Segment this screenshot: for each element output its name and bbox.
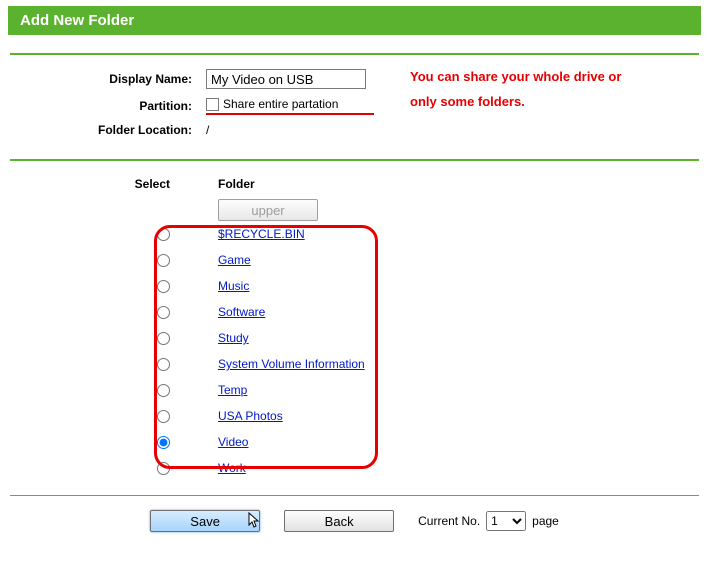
folder-link[interactable]: Temp bbox=[218, 383, 247, 397]
folder-column-header: Folder bbox=[206, 177, 255, 191]
page-label: page bbox=[532, 514, 559, 528]
display-name-label: Display Name: bbox=[0, 72, 206, 86]
back-button[interactable]: Back bbox=[284, 510, 394, 532]
folder-radio[interactable] bbox=[157, 332, 170, 345]
folder-link[interactable]: System Volume Information bbox=[218, 357, 365, 371]
folder-radio[interactable] bbox=[157, 410, 170, 423]
folder-location-label: Folder Location: bbox=[0, 123, 206, 137]
page-select[interactable]: 1 bbox=[486, 511, 526, 531]
save-button[interactable]: Save bbox=[150, 510, 260, 532]
select-column-header: Select bbox=[0, 177, 206, 191]
page-title: Add New Folder bbox=[8, 6, 701, 35]
folder-radio[interactable] bbox=[157, 254, 170, 267]
divider bbox=[10, 53, 699, 55]
folder-radio[interactable] bbox=[157, 384, 170, 397]
share-entire-label: Share entire partation bbox=[223, 97, 338, 111]
folder-radio[interactable] bbox=[157, 280, 170, 293]
folder-link[interactable]: Game bbox=[218, 253, 251, 267]
folder-radio[interactable] bbox=[157, 306, 170, 319]
annotation-text: You can share your whole drive or only s… bbox=[400, 65, 680, 141]
cursor-icon bbox=[248, 512, 260, 530]
divider bbox=[10, 495, 699, 496]
current-no-label: Current No. bbox=[418, 514, 480, 528]
folder-radio[interactable] bbox=[157, 462, 170, 475]
folder-radio[interactable] bbox=[157, 436, 170, 449]
share-entire-checkbox[interactable] bbox=[206, 98, 219, 111]
annotation-underline bbox=[206, 113, 374, 115]
display-name-input[interactable] bbox=[206, 69, 366, 89]
folder-link[interactable]: Study bbox=[218, 331, 249, 345]
folder-link[interactable]: Video bbox=[218, 435, 248, 449]
folder-link[interactable]: Music bbox=[218, 279, 249, 293]
folder-radio[interactable] bbox=[157, 358, 170, 371]
folder-link[interactable]: Software bbox=[218, 305, 265, 319]
folder-link[interactable]: $RECYCLE.BIN bbox=[218, 227, 305, 241]
divider bbox=[10, 159, 699, 161]
folder-location-value: / bbox=[206, 123, 396, 137]
folder-radio[interactable] bbox=[157, 228, 170, 241]
partition-label: Partition: bbox=[0, 99, 206, 113]
upper-button: upper bbox=[218, 199, 318, 221]
folder-link[interactable]: USA Photos bbox=[218, 409, 283, 423]
folder-link[interactable]: Work bbox=[218, 461, 246, 475]
